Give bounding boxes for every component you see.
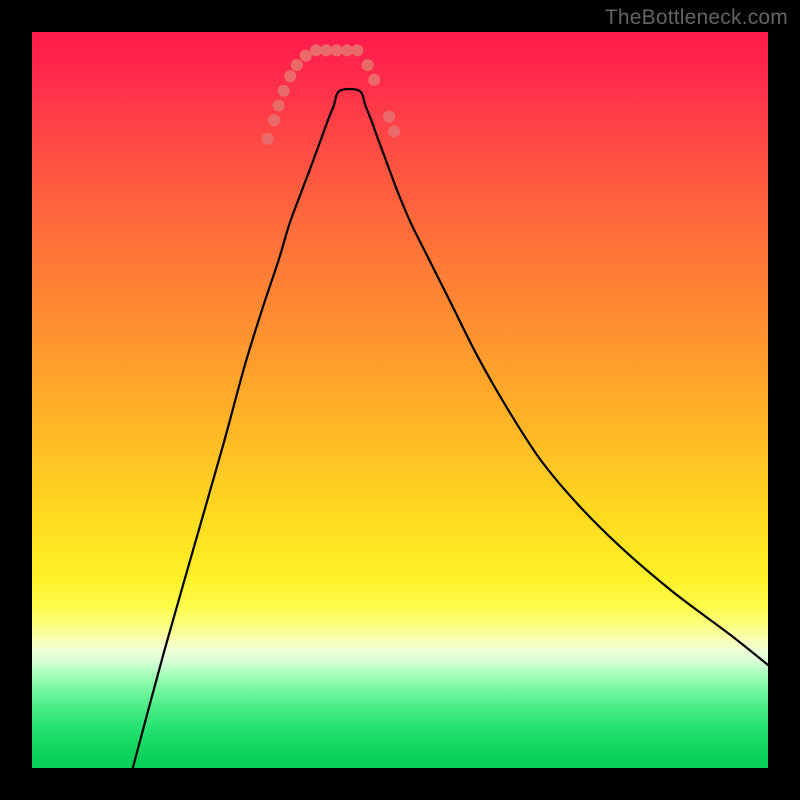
curve-marker: [262, 133, 274, 145]
curve-marker: [273, 100, 285, 112]
bottleneck-curve: [133, 89, 768, 768]
curve-marker: [341, 44, 353, 56]
curve-marker: [368, 74, 380, 86]
chart-plot-area: [32, 32, 768, 768]
curve-marker: [320, 44, 332, 56]
watermark-text: TheBottleneck.com: [605, 6, 788, 30]
curve-marker: [388, 125, 400, 137]
curve-marker: [268, 114, 280, 126]
curve-marker: [383, 111, 395, 123]
chart-svg: [32, 32, 768, 768]
curve-marker: [300, 50, 312, 62]
curve-marker: [291, 59, 303, 71]
curve-marker: [310, 44, 322, 56]
curve-markers: [262, 44, 401, 144]
chart-frame: TheBottleneck.com: [0, 0, 800, 800]
curve-marker: [351, 44, 363, 56]
curve-marker: [362, 59, 374, 71]
curve-marker: [284, 70, 296, 82]
curve-marker: [278, 85, 290, 97]
curve-marker: [331, 44, 343, 56]
